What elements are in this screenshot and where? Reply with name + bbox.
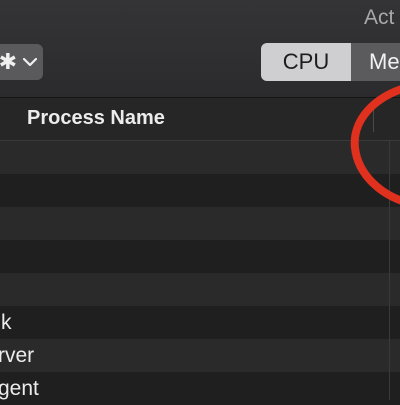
table-row[interactable] <box>0 141 400 174</box>
window-toolbar: Act ✱ CPU Me <box>0 0 400 98</box>
table-row[interactable] <box>0 207 400 240</box>
table-row[interactable]: gent <box>0 372 400 405</box>
gear-icon: ✱ <box>0 49 17 74</box>
process-name-cell: gent <box>0 377 39 400</box>
tab-cpu[interactable]: CPU <box>261 43 351 81</box>
view-tabs: CPU Me <box>261 43 400 81</box>
column-separator <box>389 141 390 400</box>
process-name-cell: k <box>1 311 12 334</box>
table-row[interactable]: k <box>0 306 400 339</box>
chevron-down-icon <box>23 57 37 66</box>
table-row[interactable] <box>0 240 400 273</box>
process-name-cell: rver <box>0 344 35 367</box>
window-title: Act <box>364 6 395 29</box>
column-header-process-name[interactable]: Process Name <box>27 107 165 130</box>
action-menu-button[interactable]: ✱ <box>0 44 43 80</box>
tab-memory[interactable]: Me <box>351 43 400 81</box>
table-row[interactable] <box>0 273 400 306</box>
table-row[interactable] <box>0 174 400 207</box>
column-divider[interactable] <box>373 106 374 132</box>
table-header: Process Name <box>0 98 400 141</box>
table-row[interactable]: rver <box>0 339 400 372</box>
process-list: k rver gent <box>0 141 400 405</box>
